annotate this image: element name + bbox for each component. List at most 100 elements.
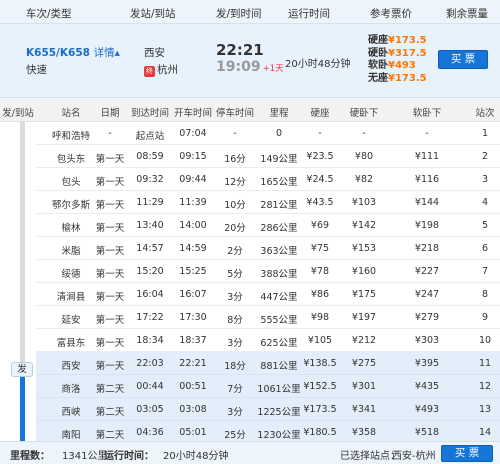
stop-depart-time: 00:51 <box>179 381 207 392</box>
stop-row[interactable]: 米脂 第一天 14:57 14:59 2分 363公里 ¥75 ¥153 ¥218 6 <box>36 237 500 260</box>
stop-arrive-time: 11:29 <box>136 197 164 208</box>
stop-row[interactable]: 富县东 第一天 18:34 18:37 3分 625公里 ¥105 ¥212 ¥303 10 <box>36 329 500 352</box>
stop-order: 3 <box>481 174 489 185</box>
stop-hard-sleeper-price: ¥82 <box>354 174 374 185</box>
stop-soft-sleeper-price: ¥218 <box>414 243 440 254</box>
from-station: 西安 <box>144 47 165 59</box>
stop-soft-sleeper-price: ¥435 <box>414 381 440 392</box>
stops-col-hard-sleeper: 硬卧下 <box>349 108 379 119</box>
stop-soft-sleeper-price: ¥493 <box>414 404 440 415</box>
stop-order: 8 <box>481 289 489 300</box>
price-list: 硬座¥173.5 硬卧¥317.5 软卧¥493 无座¥173.5 <box>368 35 427 85</box>
departure-time: 22:21 <box>216 41 264 59</box>
stops-col-soft-sleeper: 软卧下 <box>412 108 442 119</box>
stop-station: 包头 <box>61 177 81 188</box>
stop-depart-time: 09:15 <box>179 151 207 162</box>
stop-date: 第一天 <box>95 315 125 326</box>
stop-row[interactable]: 包头 第一天 09:32 09:44 12分 165公里 ¥24.5 ¥82 ¥116 3 <box>36 168 500 191</box>
stop-distance: 625公里 <box>260 338 298 349</box>
stop-depart-time: 22:21 <box>179 358 207 369</box>
stop-hard-sleeper-price: ¥358 <box>351 427 377 438</box>
departure-marker-badge: 发 <box>11 362 33 377</box>
price-soft-sleeper: 软卧¥493 <box>368 60 416 71</box>
footer-buy-ticket-button[interactable]: 买 票 <box>441 445 493 462</box>
stop-order: 7 <box>481 266 489 277</box>
stop-stop-time: 20分 <box>224 223 246 234</box>
stop-date: 第一天 <box>95 223 125 234</box>
stop-station: 富县东 <box>56 338 86 349</box>
stop-station: 榆林 <box>61 223 81 234</box>
stop-distance: 149公里 <box>260 154 298 165</box>
stop-date: 第一天 <box>95 177 125 188</box>
stop-row[interactable]: 清涧县 第一天 16:04 16:07 3分 447公里 ¥86 ¥175 ¥247 8 <box>36 283 500 306</box>
stop-distance: 1230公里 <box>257 430 301 441</box>
stop-soft-sleeper-price: ¥279 <box>414 312 440 323</box>
stop-order: 9 <box>481 312 489 323</box>
stop-arrive-time: 03:05 <box>136 404 164 415</box>
stop-hard-seat-price: ¥24.5 <box>306 174 334 185</box>
col-price: 参考票价 <box>370 8 412 20</box>
stop-order: 14 <box>478 427 492 438</box>
stop-depart-time: 15:25 <box>179 266 207 277</box>
stop-row[interactable]: 鄂尔多斯 第一天 11:29 11:39 10分 281公里 ¥43.5 ¥103 ¥144 4 <box>36 191 500 214</box>
stop-row[interactable]: 榆林 第一天 13:40 14:00 20分 286公里 ¥69 ¥142 ¥198 5 <box>36 214 500 237</box>
stop-hard-sleeper-price: ¥301 <box>351 381 377 392</box>
stop-stop-time: - <box>233 128 237 139</box>
stop-hard-sleeper-price: ¥212 <box>351 335 377 346</box>
stop-depart-time: 11:39 <box>179 197 207 208</box>
stop-date: - <box>108 128 112 139</box>
stop-distance: 286公里 <box>260 223 298 234</box>
stop-stop-time: 10分 <box>224 200 246 211</box>
stop-date: 第一天 <box>95 246 125 257</box>
stop-hard-seat-price: ¥69 <box>310 220 330 231</box>
stop-stop-time: 25分 <box>224 430 246 441</box>
stop-stop-time: 16分 <box>224 154 246 165</box>
footer-bar: 里程数： 1341公里 运行时间： 20小时48分钟 已选择站点： 西安-杭州 … <box>0 441 500 464</box>
stop-order: 2 <box>481 151 489 162</box>
stop-depart-time: 09:44 <box>179 174 207 185</box>
stop-row[interactable]: 西安 第一天 22:03 22:21 18分 881公里 ¥138.5 ¥275 ¥395 11 <box>36 352 500 375</box>
stop-station: 西安 <box>61 361 81 372</box>
details-toggle-link[interactable]: 详情▴ <box>94 47 120 59</box>
price-hard-seat: 硬座¥173.5 <box>368 35 427 46</box>
route-rail-unselected <box>20 122 25 372</box>
stop-arrive-time: 08:59 <box>136 151 164 162</box>
stop-row[interactable]: 延安 第一天 17:22 17:30 8分 555公里 ¥98 ¥197 ¥279 9 <box>36 306 500 329</box>
stop-depart-time: 07:04 <box>179 128 207 139</box>
stop-hard-seat-price: ¥43.5 <box>306 197 334 208</box>
to-station: 杭州 <box>157 64 178 76</box>
buy-ticket-button[interactable]: 买 票 <box>438 50 488 69</box>
stop-distance: 555公里 <box>260 315 298 326</box>
stop-row[interactable]: 包头东 第一天 08:59 09:15 16分 149公里 ¥23.5 ¥80 ¥111 2 <box>36 145 500 168</box>
stop-row[interactable]: 西峡 第二天 03:05 03:08 3分 1225公里 ¥173.5 ¥341 ¥493 13 <box>36 398 500 421</box>
stop-hard-seat-price: ¥152.5 <box>303 381 337 392</box>
train-summary-row: K655/K658 详情▴ 快速 西安 终杭州 22:21 19:09 +1天 2… <box>0 24 500 97</box>
stop-distance: 165公里 <box>260 177 298 188</box>
stop-arrive-time: 14:57 <box>136 243 164 254</box>
stops-col-order: 站次 <box>475 108 495 119</box>
stop-depart-time: 18:37 <box>179 335 207 346</box>
stop-row[interactable]: 商洛 第二天 00:44 00:51 7分 1061公里 ¥152.5 ¥301 ¥435 12 <box>36 375 500 398</box>
col-times: 发/到时间 <box>216 8 262 20</box>
stop-row[interactable]: 呼和浩特 - 起点站 07:04 - 0 - - - 1 <box>36 122 500 145</box>
stop-arrive-time: 起点站 <box>135 131 165 142</box>
stop-hard-sleeper-price: ¥80 <box>354 151 374 162</box>
stop-hard-seat-price: ¥98 <box>310 312 330 323</box>
stop-soft-sleeper-price: ¥198 <box>414 220 440 231</box>
col-stations: 发站/到站 <box>130 8 176 20</box>
stop-arrive-time: 17:22 <box>136 312 164 323</box>
travel-duration: 20小时48分钟 <box>285 59 351 70</box>
stop-hard-sleeper-price: ¥275 <box>351 358 377 369</box>
stop-row[interactable]: 绥德 第一天 15:20 15:25 5分 388公里 ¥78 ¥160 ¥227 7 <box>36 260 500 283</box>
stop-date: 第二天 <box>95 430 125 441</box>
stop-date: 第一天 <box>95 361 125 372</box>
distance-value: 1341公里 <box>62 451 108 462</box>
stop-hard-sleeper-price: ¥160 <box>351 266 377 277</box>
stop-date: 第一天 <box>95 200 125 211</box>
chevron-up-icon: ▴ <box>114 47 120 59</box>
stop-stop-time: 5分 <box>227 269 243 280</box>
stop-distance: 447公里 <box>260 292 298 303</box>
stop-station: 南阳 <box>61 430 81 441</box>
stop-order: 10 <box>478 335 492 346</box>
runtime-label: 运行时间： <box>104 451 154 462</box>
